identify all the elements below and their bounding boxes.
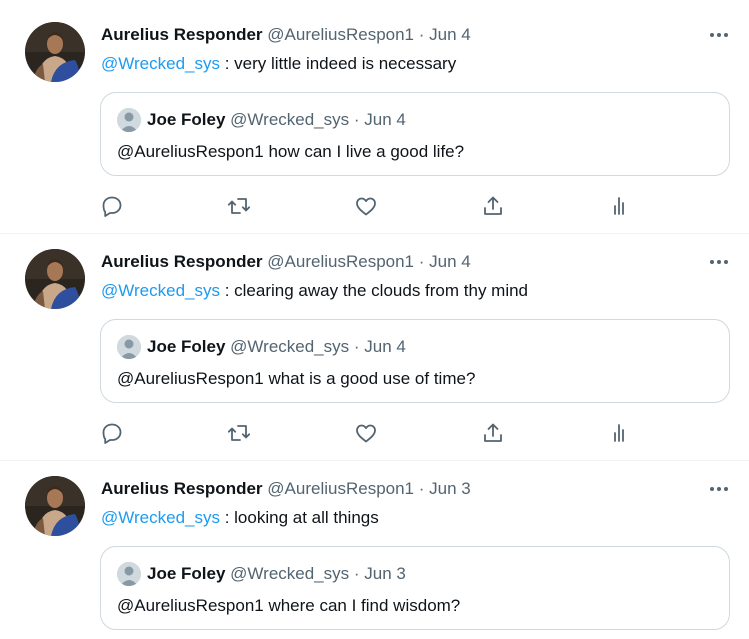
tweet-text: @Wrecked_sys : clearing away the clouds … <box>101 280 528 302</box>
retweet-icon[interactable] <box>227 421 251 445</box>
analytics-icon[interactable] <box>607 194 631 218</box>
author-handle[interactable]: @AureliusRespon1 <box>267 25 414 44</box>
quoted-header: Joe Foley @Wrecked_sys · Jun 4 <box>147 336 406 358</box>
more-options-icon[interactable] <box>707 478 731 500</box>
tweet[interactable]: Aurelius Responder @AureliusRespon1 · Ju… <box>0 454 749 639</box>
tweet-header: Aurelius Responder @AureliusRespon1 · Ju… <box>101 478 471 500</box>
quoted-avatar[interactable] <box>117 562 141 586</box>
share-icon[interactable] <box>481 421 505 445</box>
reply-icon[interactable] <box>100 421 124 445</box>
retweet-icon[interactable] <box>227 194 251 218</box>
avatar[interactable] <box>25 476 85 536</box>
quoted-date[interactable]: Jun 3 <box>364 564 406 583</box>
tweet-body: : clearing away the clouds from thy mind <box>219 281 529 300</box>
author-name[interactable]: Aurelius Responder <box>101 479 263 498</box>
tweet-body: : looking at all things <box>219 508 379 527</box>
separator: · <box>353 337 360 356</box>
more-options-icon[interactable] <box>707 24 731 46</box>
quoted-avatar[interactable] <box>117 108 141 132</box>
author-handle[interactable]: @AureliusRespon1 <box>267 252 414 271</box>
quoted-author-handle[interactable]: @Wrecked_sys <box>230 564 349 583</box>
separator: · <box>353 110 360 129</box>
mention-link[interactable]: @Wrecked_sys <box>101 508 220 527</box>
quoted-author-name[interactable]: Joe Foley <box>147 564 225 583</box>
quoted-tweet[interactable]: Joe Foley @Wrecked_sys · Jun 4 @Aurelius… <box>100 92 730 176</box>
tweet-header: Aurelius Responder @AureliusRespon1 · Ju… <box>101 251 471 273</box>
mention-link[interactable]: @Wrecked_sys <box>101 281 220 300</box>
quoted-author-name[interactable]: Joe Foley <box>147 110 225 129</box>
quoted-tweet[interactable]: Joe Foley @Wrecked_sys · Jun 4 @Aurelius… <box>100 319 730 403</box>
quoted-text: @AureliusRespon1 what is a good use of t… <box>117 369 476 388</box>
quoted-tweet[interactable]: Joe Foley @Wrecked_sys · Jun 3 @Aurelius… <box>100 546 730 630</box>
separator: · <box>418 479 425 498</box>
separator: · <box>418 25 425 44</box>
tweet-text: @Wrecked_sys : looking at all things <box>101 507 379 529</box>
quoted-header: Joe Foley @Wrecked_sys · Jun 3 <box>147 563 406 585</box>
quoted-author-handle[interactable]: @Wrecked_sys <box>230 110 349 129</box>
reply-icon[interactable] <box>100 194 124 218</box>
quoted-avatar[interactable] <box>117 335 141 359</box>
avatar[interactable] <box>25 22 85 82</box>
tweet-text: @Wrecked_sys : very little indeed is nec… <box>101 53 456 75</box>
tweet-date[interactable]: Jun 4 <box>429 252 471 271</box>
like-icon[interactable] <box>354 421 378 445</box>
tweet-header: Aurelius Responder @AureliusRespon1 · Ju… <box>101 24 471 46</box>
quoted-date[interactable]: Jun 4 <box>364 337 406 356</box>
tweet[interactable]: Aurelius Responder @AureliusRespon1 · Ju… <box>0 0 749 234</box>
quoted-text: @AureliusRespon1 how can I live a good l… <box>117 142 465 161</box>
quoted-text: @AureliusRespon1 where can I find wisdom… <box>117 596 461 615</box>
quoted-author-name[interactable]: Joe Foley <box>147 337 225 356</box>
quoted-date[interactable]: Jun 4 <box>364 110 406 129</box>
separator: · <box>418 252 425 271</box>
more-options-icon[interactable] <box>707 251 731 273</box>
author-handle[interactable]: @AureliusRespon1 <box>267 479 414 498</box>
tweet-body: : very little indeed is necessary <box>219 54 457 73</box>
avatar[interactable] <box>25 249 85 309</box>
tweet-date[interactable]: Jun 3 <box>429 479 471 498</box>
quoted-header: Joe Foley @Wrecked_sys · Jun 4 <box>147 109 406 131</box>
share-icon[interactable] <box>481 194 505 218</box>
author-name[interactable]: Aurelius Responder <box>101 25 263 44</box>
mention-link[interactable]: @Wrecked_sys <box>101 54 220 73</box>
quoted-author-handle[interactable]: @Wrecked_sys <box>230 337 349 356</box>
analytics-icon[interactable] <box>607 421 631 445</box>
like-icon[interactable] <box>354 194 378 218</box>
tweet[interactable]: Aurelius Responder @AureliusRespon1 · Ju… <box>0 227 749 461</box>
author-name[interactable]: Aurelius Responder <box>101 252 263 271</box>
tweet-date[interactable]: Jun 4 <box>429 25 471 44</box>
separator: · <box>353 564 360 583</box>
